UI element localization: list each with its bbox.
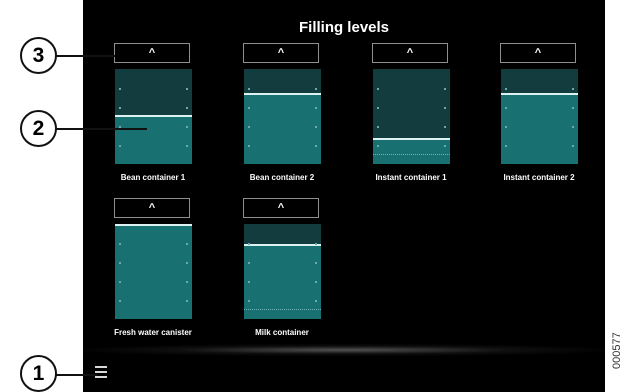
scale-tick [572,107,574,109]
up-button-bean-1[interactable]: ^ [114,43,190,63]
scale-tick [119,145,121,147]
up-button-fresh-water[interactable]: ^ [114,198,190,218]
scale-tick [572,145,574,147]
scale-tick [315,107,317,109]
scale-tick [377,88,379,90]
container-label-instant-1: Instant container 1 [375,173,447,182]
scale-tick [248,126,250,128]
level-gauge-instant-1 [373,69,450,164]
scale-tick [377,145,379,147]
level-gauge-milk [244,224,321,319]
level-gauge-instant-2 [501,69,578,164]
up-button-bean-2[interactable]: ^ [243,43,319,63]
bottom-divider-glow [83,344,605,356]
level-gauge-bean-2 [244,69,321,164]
level-line [373,138,450,141]
scale-tick [119,281,121,283]
scale-tick [186,262,188,264]
scale-tick [248,145,250,147]
callout-3: 3 [20,37,57,74]
scale-tick [186,126,188,128]
scale-tick [444,107,446,109]
scale-tick [186,300,188,302]
up-button-milk[interactable]: ^ [243,198,319,218]
container-label-instant-2: Instant container 2 [503,173,575,182]
image-code: 000577 [611,332,623,370]
gauge-fill [373,140,450,164]
scale-tick [186,107,188,109]
scale-tick [248,243,250,245]
scale-tick [186,243,188,245]
gauge-fill [115,117,192,164]
scale-tick [315,281,317,283]
level-line [115,115,192,118]
scale-tick [315,262,317,264]
scale-tick [119,243,121,245]
scale-tick [315,126,317,128]
scale-tick [119,262,121,264]
scale-tick [505,107,507,109]
container-label-milk: Milk container [255,328,309,337]
scale-tick [505,88,507,90]
level-gauge-bean-1 [115,69,192,164]
scale-tick [248,107,250,109]
scale-tick [315,300,317,302]
scale-tick [119,300,121,302]
gauge-fill [244,94,321,164]
scale-tick [315,88,317,90]
scale-tick [377,126,379,128]
min-level-line [244,308,321,310]
scale-tick [505,145,507,147]
min-level-line [373,154,450,156]
level-line [501,92,578,95]
page-title: Filling levels [298,19,390,36]
callout-1: 1 [20,355,57,392]
scale-tick [186,281,188,283]
up-button-instant-2[interactable]: ^ [500,43,576,63]
level-gauge-fresh-water [115,224,192,319]
scale-tick [572,88,574,90]
gauge-fill [501,94,578,164]
scale-tick [315,243,317,245]
scale-tick [444,126,446,128]
level-line [244,92,321,95]
scale-tick [248,281,250,283]
gauge-fill [115,224,192,319]
scale-tick [377,107,379,109]
filling-levels-screen: Filling levels ^ Bean container 1 ^ Bean… [83,0,605,392]
level-line [244,243,321,246]
scale-tick [505,126,507,128]
scale-tick [119,88,121,90]
callout-2: 2 [20,110,57,147]
scale-tick [572,126,574,128]
scale-tick [444,88,446,90]
container-label-bean-1: Bean container 1 [120,173,186,182]
scale-tick [248,88,250,90]
callout-3-leader [55,55,115,57]
scale-tick [119,107,121,109]
scale-tick [444,145,446,147]
scale-tick [248,300,250,302]
level-line [115,224,192,226]
up-button-instant-1[interactable]: ^ [372,43,448,63]
scale-tick [186,145,188,147]
hamburger-menu-icon[interactable] [95,364,109,380]
scale-tick [315,145,317,147]
callout-2-leader [55,128,147,130]
scale-tick [248,262,250,264]
scale-tick [186,88,188,90]
container-label-fresh-water: Fresh water canister [114,328,192,337]
container-label-bean-2: Bean container 2 [249,173,315,182]
callout-1-leader [55,374,97,376]
